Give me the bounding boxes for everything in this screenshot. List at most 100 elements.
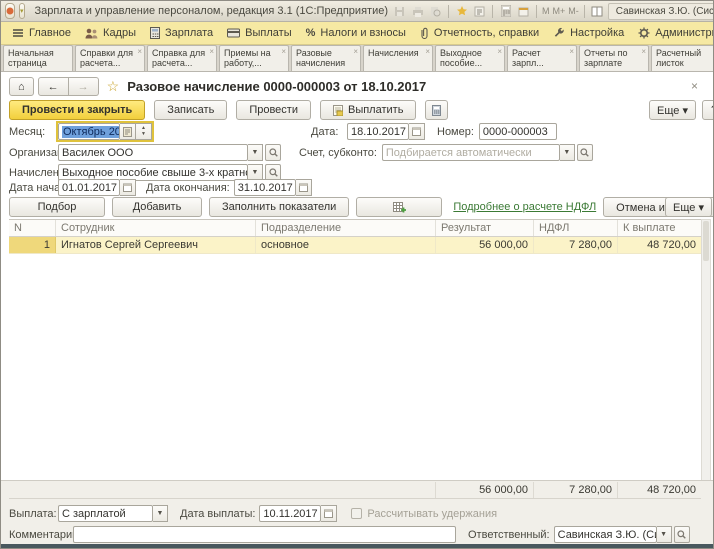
pay-date-input[interactable]: 10.11.2017 [259,505,321,522]
pay-date-calendar-icon[interactable] [321,505,337,522]
col-n[interactable]: N [9,220,56,236]
col-result[interactable]: Результат [436,220,534,236]
add-button[interactable]: Добавить [112,197,202,217]
menu-item-taxes[interactable]: % Налоги и взносы [299,22,413,44]
tab-vyhodnoe-posobie[interactable]: Выходное пособие...× [435,45,505,71]
post-button[interactable]: Провести [236,100,311,120]
save-icon[interactable] [392,4,407,19]
start-date-calendar-icon[interactable] [120,179,136,196]
close-doc-icon[interactable]: × [691,79,698,93]
menu-item-settings[interactable]: Настройка [546,22,631,44]
close-tab-icon[interactable]: × [425,47,430,57]
ndfl-details-link[interactable]: Подробнее о расчете НДФЛ [453,201,596,213]
close-tab-icon[interactable]: × [569,47,574,57]
current-user-button[interactable]: Савинская З.Ю. (Системный прог... [608,3,714,20]
memory-m-button[interactable]: M [542,6,550,16]
close-tab-icon[interactable]: × [353,47,358,57]
calculator-icon[interactable] [498,4,513,19]
save-button[interactable]: Записать [154,100,227,120]
responsible-input[interactable]: Савинская З.Ю. (Системн [554,526,657,543]
more-button[interactable]: Еще ▾ [649,100,696,120]
close-tab-icon[interactable]: × [641,47,646,57]
favorite-star-icon[interactable]: ☆ [107,78,120,95]
note-icon[interactable] [472,4,487,19]
wrench-icon [553,27,565,39]
scrollbar-thumb[interactable] [703,221,709,261]
account-input[interactable]: Подбирается автоматически [382,144,560,161]
pick-button[interactable]: Подбор [9,197,105,217]
tab-priemy-na-rabotu[interactable]: Приемы на работу,...× [219,45,289,71]
pay-button[interactable]: Выплатить [320,100,416,120]
close-tab-icon[interactable]: × [497,47,502,57]
responsible-dropdown-icon[interactable]: ▼ [657,526,672,543]
menu-item-payments[interactable]: Выплаты [220,22,298,44]
calendar-small-icon[interactable] [516,4,531,19]
add-favorite-icon[interactable] [454,4,469,19]
fill-table-button[interactable] [356,197,442,217]
tab-home[interactable]: Начальная страница [3,45,73,71]
tab-nachisleniya[interactable]: Начисления× [363,45,433,71]
doc-command-bar-right: Еще ▾ ? [649,100,714,120]
post-and-close-button[interactable]: Провести и закрыть [9,100,145,120]
responsible-open-icon[interactable] [674,526,690,543]
end-date-calendar-icon[interactable] [296,179,312,196]
deductions-checkbox[interactable] [351,508,362,519]
calculator-button[interactable] [425,100,448,120]
print-icon[interactable] [410,4,425,19]
tab-spravka-dlya-rascheta[interactable]: Справка для расчета...× [147,45,217,71]
current-user-name: Савинская З.Ю. (Системный прог... [616,6,714,17]
menu-item-hr[interactable]: Кадры [78,22,143,44]
organization-dropdown-icon[interactable]: ▼ [248,144,263,161]
col-employee[interactable]: Сотрудник [56,220,256,236]
month-spinner[interactable]: ▲▼ [136,123,152,140]
tab-raschet-zarplaty[interactable]: Расчет зарпл...× [507,45,577,71]
table-more-button[interactable]: Еще ▾ [665,197,712,217]
organization-field-row: Организация: Василек ООО ▼ Счет, субконт… [9,144,593,161]
help-button[interactable]: ? [702,100,714,120]
close-tab-icon[interactable]: × [209,47,214,57]
month-pick-icon[interactable] [120,123,136,140]
back-button[interactable]: ← [38,77,69,96]
date-calendar-icon[interactable] [409,123,425,140]
col-payout[interactable]: К выплате [618,220,701,236]
table-row[interactable]: 1 Игнатов Сергей Сергеевич основное 56 0… [9,237,701,254]
comment-input[interactable] [73,526,456,543]
preview-icon[interactable] [428,4,443,19]
organization-open-icon[interactable] [265,144,281,161]
payment-select[interactable]: С зарплатой [58,505,153,522]
table-scrollbar[interactable] [701,219,711,481]
col-department[interactable]: Подразделение [256,220,436,236]
date-input[interactable]: 18.10.2017 [347,123,409,140]
memory-mminus-button[interactable]: M- [568,6,579,16]
account-open-icon[interactable] [577,144,593,161]
menu-item-main[interactable]: Главное [5,22,78,44]
start-date-input[interactable]: 01.01.2017 [58,179,120,196]
menu-item-salary[interactable]: Зарплата [143,22,220,44]
title-bar: ▾ Зарплата и управление персоналом, реда… [1,1,713,22]
main-menu-button[interactable] [5,3,15,19]
close-tab-icon[interactable]: × [137,47,142,57]
tab-spravki-dlya-rascheta[interactable]: Справки для расчета...× [75,45,145,71]
end-date-input[interactable]: 31.10.2017 [234,179,296,196]
memory-mplus-button[interactable]: M+ [553,6,566,16]
home-button[interactable]: ⌂ [9,77,34,96]
1c-logo-icon [6,7,14,15]
comment-label: Комментарий: [9,529,73,541]
quick-menu-button[interactable]: ▾ [19,3,25,19]
number-input[interactable]: 0000-000003 [479,123,557,140]
account-dropdown-icon[interactable]: ▼ [560,144,575,161]
menu-item-reports[interactable]: Отчетность, справки [413,22,546,44]
table-empty-area[interactable] [9,254,701,481]
split-window-icon[interactable] [590,4,605,19]
fill-indicators-button[interactable]: Заполнить показатели [209,197,349,217]
month-input[interactable]: Октябрь 2017 [58,123,120,140]
forward-button[interactable]: → [69,77,99,96]
tab-otchety-po-zarplate[interactable]: Отчеты по зарплате× [579,45,649,71]
menu-item-administration[interactable]: Администрирование [631,22,714,44]
payment-dropdown-icon[interactable]: ▼ [153,505,168,522]
tab-razovye-nachisleniya[interactable]: Разовые начисления× [291,45,361,71]
col-ndfl[interactable]: НДФЛ [534,220,618,236]
tab-raschetnyi-listok[interactable]: Расчетный листок× [651,45,714,71]
close-tab-icon[interactable]: × [281,47,286,57]
organization-input[interactable]: Василек ООО [58,144,248,161]
